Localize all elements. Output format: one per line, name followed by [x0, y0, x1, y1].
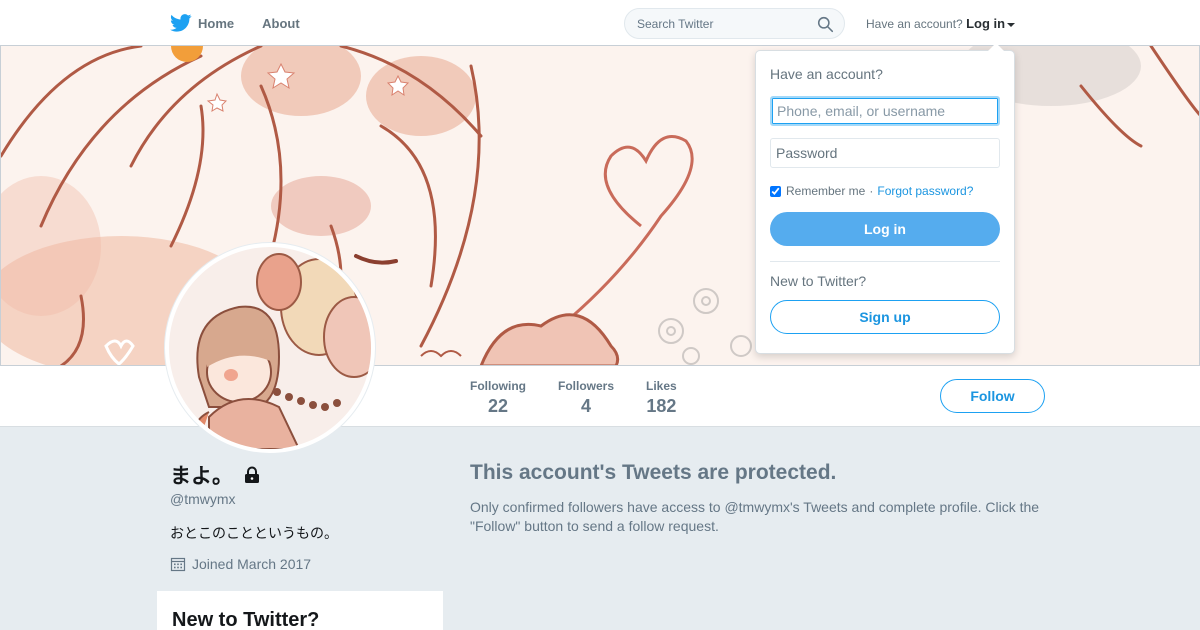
- stat-likes[interactable]: Likes 182: [646, 379, 677, 417]
- follow-button[interactable]: Follow: [940, 379, 1045, 413]
- profile-display-name: まよ。: [170, 465, 233, 488]
- signup-button[interactable]: Sign up: [770, 300, 1000, 334]
- remember-separator: ·: [869, 184, 874, 198]
- profile-bio: おとこのことというもの。: [170, 525, 338, 541]
- search-placeholder: Search Twitter: [637, 17, 714, 31]
- signup-promo-title: New to Twitter?: [172, 609, 320, 630]
- password-field[interactable]: [770, 138, 1000, 168]
- stat-followers-label: Followers: [558, 379, 615, 393]
- account-menu: Have an account? Log in: [866, 16, 1016, 31]
- new-to-twitter-label: New to Twitter?: [770, 273, 867, 289]
- stat-likes-label: Likes: [646, 379, 677, 393]
- nav-left: Home About: [170, 0, 328, 46]
- profile-joined-text: Joined March 2017: [192, 556, 312, 572]
- top-navigation: Home About Search Twitter Have an accoun…: [0, 0, 1200, 46]
- stat-following[interactable]: Following 22: [470, 379, 526, 417]
- avatar-illustration: [169, 247, 371, 449]
- search-icon[interactable]: [817, 16, 834, 33]
- signup-promo-card: New to Twitter?: [156, 590, 444, 630]
- remember-row: Remember me · Forgot password?: [770, 184, 973, 198]
- twitter-bird-icon: [170, 14, 192, 32]
- search-input[interactable]: Search Twitter: [624, 8, 845, 39]
- profile-handle[interactable]: @tmwymx: [170, 491, 236, 507]
- stat-followers-value: 4: [581, 396, 592, 416]
- chevron-down-icon: [1007, 22, 1016, 27]
- stat-following-label: Following: [470, 379, 526, 393]
- remember-me-checkbox[interactable]: [770, 185, 781, 197]
- nav-about-link[interactable]: About: [262, 16, 300, 31]
- calendar-icon: [170, 557, 186, 572]
- login-button[interactable]: Log in: [770, 212, 1000, 246]
- dropdown-caret: [988, 43, 1004, 51]
- stat-likes-value: 182: [646, 396, 677, 416]
- nav-home-label: Home: [198, 15, 235, 31]
- stat-following-value: 22: [487, 396, 509, 416]
- protected-title: This account's Tweets are protected.: [470, 461, 837, 484]
- nav-about-label: About: [262, 15, 300, 31]
- login-dropdown: Have an account? Remember me · Forgot pa…: [755, 43, 1015, 354]
- login-menu-toggle[interactable]: Log in: [966, 16, 1016, 31]
- profile-joined: Joined March 2017: [170, 556, 311, 572]
- avatar[interactable]: [165, 243, 375, 453]
- account-prompt: Have an account?: [866, 17, 963, 31]
- lock-icon: [245, 466, 259, 483]
- login-dropdown-heading: Have an account?: [770, 66, 883, 82]
- forgot-password-link[interactable]: Forgot password?: [877, 184, 973, 198]
- username-field[interactable]: [770, 96, 1000, 126]
- protected-message: Only confirmed followers have access to …: [470, 499, 1040, 534]
- remember-me-label[interactable]: Remember me: [786, 184, 865, 198]
- stat-followers[interactable]: Followers 4: [558, 379, 614, 417]
- profile-name: まよ。: [170, 460, 261, 490]
- login-link-label: Log in: [966, 16, 1006, 31]
- dropdown-divider: [770, 261, 1000, 262]
- nav-home-link[interactable]: Home: [170, 14, 234, 32]
